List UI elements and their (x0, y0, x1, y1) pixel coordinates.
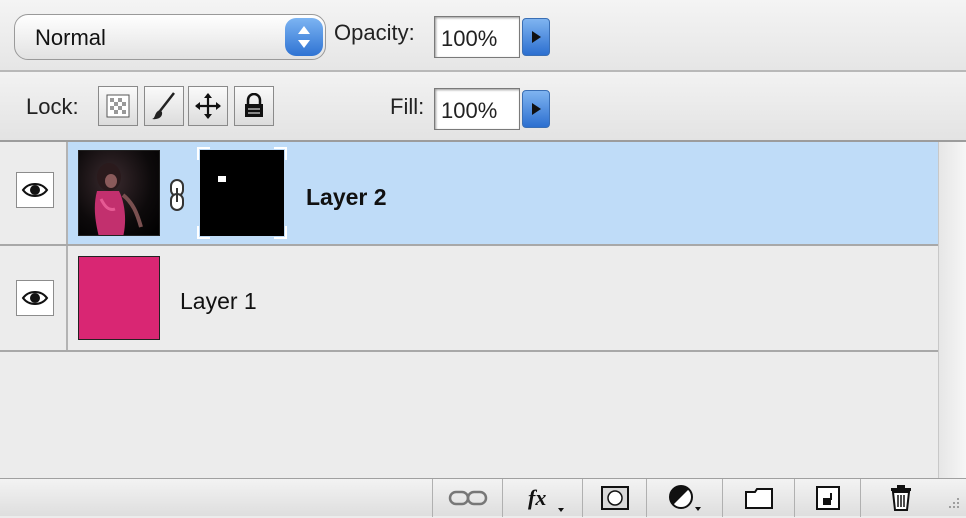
blend-mode-arrows-icon (285, 18, 323, 56)
photo-thumbnail-icon (94, 163, 143, 235)
visibility-toggle[interactable] (16, 280, 54, 316)
adjustment-layer-icon (668, 485, 701, 511)
layer-2-thumbnail[interactable] (78, 150, 160, 236)
layer-row-layer-1[interactable]: Layer 1 (0, 246, 938, 352)
visibility-column (0, 142, 68, 244)
layer-style-button[interactable]: fx (502, 479, 582, 517)
fx-layer-style-icon: fx (528, 485, 564, 512)
lock-fill-bar: Lock: Fill: 100% (0, 72, 966, 142)
visibility-toggle[interactable] (16, 172, 54, 208)
triangle-right-icon (532, 31, 541, 43)
add-mask-button[interactable] (582, 479, 646, 517)
fill-label: Fill: (390, 94, 425, 119)
layers-scrollbar[interactable] (938, 142, 966, 482)
fill-input[interactable]: 100% (434, 88, 520, 130)
blend-mode-select[interactable]: Normal (14, 14, 326, 60)
lock-position-button[interactable] (188, 86, 228, 126)
opacity-slider-button[interactable] (522, 18, 550, 56)
layer-1-thumbnail[interactable] (78, 256, 160, 340)
lock-pixels-button[interactable] (144, 86, 184, 126)
eye-icon (21, 291, 49, 305)
opacity-input[interactable]: 100% (434, 16, 520, 58)
mask-selection-corners-icon (197, 147, 287, 239)
new-group-icon (744, 488, 773, 509)
fill-slider-button[interactable] (522, 90, 550, 128)
layer-name[interactable]: Layer 1 (180, 288, 257, 315)
delete-layer-button[interactable] (860, 479, 940, 517)
transparency-checker-icon (106, 94, 130, 118)
layer-row-layer-2[interactable]: Layer 2 (0, 142, 938, 246)
layers-bottom-toolbar: fx (0, 478, 966, 518)
opacity-label: Opacity: (334, 20, 415, 45)
new-layer-icon (815, 486, 840, 510)
triangle-right-icon (532, 103, 541, 115)
padlock-icon (245, 93, 263, 117)
lock-all-button[interactable] (234, 86, 274, 126)
new-layer-button[interactable] (794, 479, 860, 517)
lock-label: Lock: (26, 94, 79, 119)
layer-name[interactable]: Layer 2 (306, 184, 387, 211)
brush-icon (152, 92, 175, 120)
trash-icon (890, 485, 911, 511)
move-arrows-icon (195, 93, 221, 119)
layers-empty-area (0, 352, 938, 478)
svg-text:fx: fx (528, 485, 546, 510)
link-layers-button[interactable] (432, 479, 502, 517)
eye-icon (21, 183, 49, 197)
blend-opacity-bar: Normal Opacity: 100% (0, 0, 966, 72)
adjustment-layer-button[interactable] (646, 479, 722, 517)
lock-transparency-button[interactable] (98, 86, 138, 126)
link-layers-icon (448, 490, 487, 506)
blend-mode-value: Normal (35, 25, 106, 50)
mask-link-icon[interactable] (168, 178, 186, 217)
new-group-button[interactable] (722, 479, 794, 517)
resize-grip-icon[interactable] (946, 493, 962, 518)
layer-mask-thumbnail[interactable] (196, 146, 288, 240)
add-mask-icon (600, 486, 629, 510)
visibility-column (0, 246, 68, 350)
